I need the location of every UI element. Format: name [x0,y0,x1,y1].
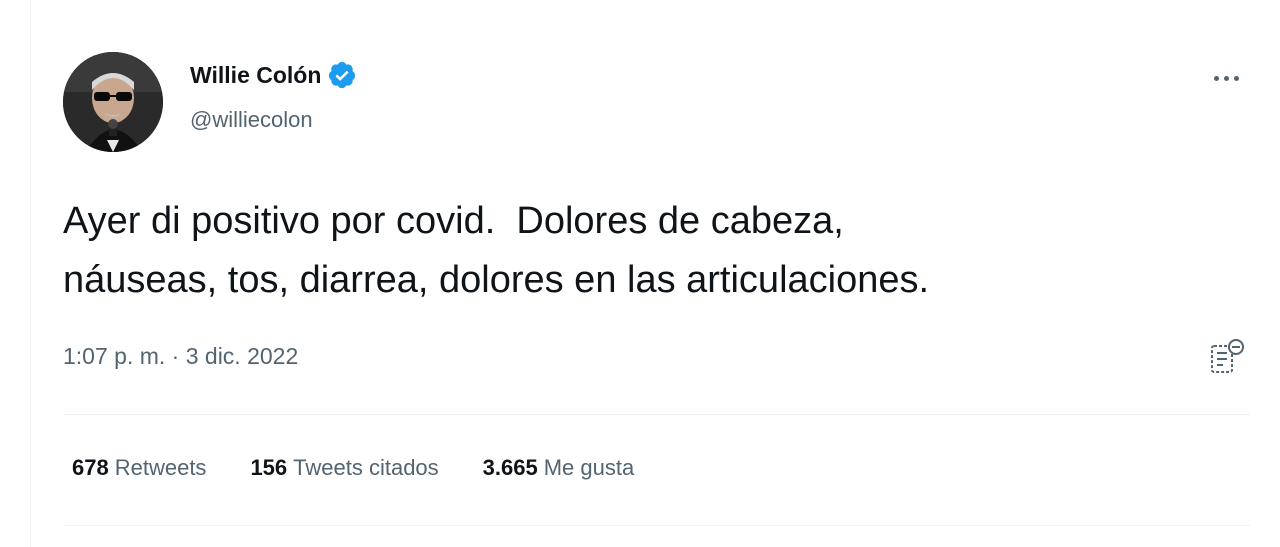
engagement-stats: 678 Retweets 156 Tweets citados 3.665 Me gu… [72,455,634,481]
more-dot [1223,75,1229,81]
avatar-image [63,52,163,152]
tweet-card: Willie Colón @williecolon Ayer di positi… [0,0,1280,547]
timeline-border [30,0,31,547]
author-display-name[interactable]: Willie Colón [190,62,321,89]
author-handle[interactable]: @williecolon [190,107,313,133]
divider-bottom [63,525,1250,526]
more-dot [1213,75,1219,81]
author-name-row[interactable]: Willie Colón [190,60,357,90]
retweets-count: 678 [72,455,109,480]
verified-badge-icon [329,61,356,89]
more-options-icon[interactable] [1206,64,1246,92]
retweets-label: Retweets [114,455,207,480]
analytics-icon[interactable] [1206,336,1246,378]
tweet-timestamp[interactable]: 1:07 p. m. · 3 dic. 2022 [63,343,298,370]
quotes-label: Tweets citados [293,455,439,480]
quotes-count: 156 [250,455,288,480]
tweet-text: Ayer di positivo por covid. Dolores de c… [63,200,930,301]
likes-stat[interactable]: 3.665 Me gusta [483,455,635,481]
quotes-stat[interactable]: 156 Tweets citados [250,455,438,481]
more-dot [1233,75,1239,81]
likes-count: 3.665 [482,455,538,480]
likes-label: Me gusta [543,455,635,480]
avatar[interactable] [63,52,163,152]
retweets-stat[interactable]: 678 Retweets [72,455,206,481]
divider-top [63,414,1250,415]
